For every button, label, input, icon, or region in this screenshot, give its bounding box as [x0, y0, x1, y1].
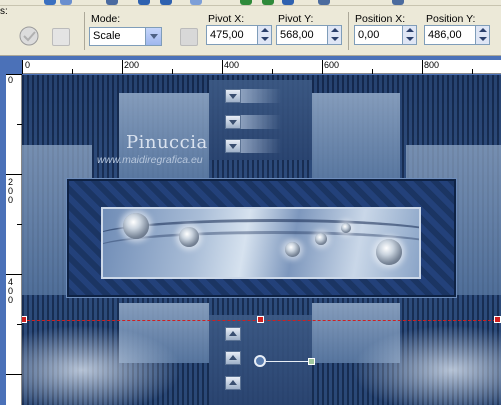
- zoom-in-icon[interactable]: [392, 0, 404, 5]
- button-trail: [241, 115, 281, 129]
- light-glow: [22, 325, 182, 405]
- position-x-label: Position X:: [355, 13, 406, 25]
- arrow-down-icon: [225, 139, 241, 153]
- orb: [376, 239, 402, 265]
- zoom-out-icon[interactable]: [318, 0, 330, 5]
- decorative-frame: [67, 179, 456, 297]
- orb: [285, 242, 300, 257]
- mode-select[interactable]: Scale: [89, 27, 162, 46]
- presets-area[interactable]: [12, 20, 46, 50]
- position-y-input[interactable]: 486,00: [424, 25, 490, 45]
- orb: [179, 227, 199, 247]
- mode-select-value: Scale: [93, 30, 121, 42]
- position-x-spinner[interactable]: [402, 26, 416, 44]
- transform-handle[interactable]: [494, 316, 501, 323]
- ruler-ticks: [22, 60, 473, 74]
- orb: [123, 213, 149, 239]
- mode-label: Mode:: [91, 13, 121, 25]
- ruler-ticks: [6, 74, 22, 375]
- orb: [341, 223, 351, 233]
- pivot-y-spinner[interactable]: [327, 26, 341, 44]
- arrow-down-icon: [225, 89, 241, 103]
- copy-icon[interactable]: [190, 0, 202, 5]
- pivot-y-input[interactable]: 568,00: [276, 25, 342, 45]
- position-y-spinner[interactable]: [475, 26, 489, 44]
- scan-icon[interactable]: [106, 0, 118, 5]
- presets-icon: [19, 26, 39, 46]
- position-x-value: 0,00: [358, 29, 380, 41]
- pivot-y-label: Pivot Y:: [278, 13, 314, 25]
- pivot-x-input[interactable]: 475,00: [206, 25, 272, 45]
- arrow-up-icon: [225, 351, 241, 365]
- button-trail: [241, 139, 281, 153]
- chevron-down-icon[interactable]: [145, 28, 161, 45]
- vertical-ruler: 0 200 400: [6, 74, 22, 405]
- redo-icon[interactable]: [160, 0, 172, 5]
- wave-line: [103, 231, 419, 267]
- pivot-x-spinner[interactable]: [257, 26, 271, 44]
- undo-icon[interactable]: [138, 0, 150, 5]
- separator: [348, 12, 349, 50]
- separator: [84, 12, 85, 50]
- position-y-value: 486,00: [428, 29, 462, 41]
- button-trail: [241, 89, 281, 103]
- position-x-input[interactable]: 0,00: [354, 25, 417, 45]
- transform-handle[interactable]: [22, 316, 27, 323]
- tool-label-stub: s:: [0, 6, 8, 17]
- arrow-up-icon: [225, 327, 241, 341]
- reset-icon[interactable]: [52, 28, 70, 46]
- pivot-x-value: 475,00: [210, 29, 244, 41]
- pivot-point-icon[interactable]: [254, 355, 266, 367]
- print-icon[interactable]: [60, 0, 72, 5]
- rotation-arm: [266, 361, 308, 362]
- frame-center-band: [101, 207, 421, 279]
- arrow-up-icon: [225, 376, 241, 390]
- save-icon[interactable]: [44, 0, 56, 5]
- watermark-url: www.maidiregrafica.eu: [97, 154, 203, 166]
- rotation-handle[interactable]: [308, 358, 315, 365]
- pivot-x-label: Pivot X:: [208, 13, 245, 25]
- position-y-label: Position Y:: [426, 13, 476, 25]
- horizontal-ruler: 0 200 400 600 800: [22, 60, 501, 74]
- arrow-down-icon: [225, 115, 241, 129]
- light-glow: [352, 325, 501, 405]
- help-icon[interactable]: [282, 0, 294, 5]
- orb: [315, 233, 327, 245]
- flip-icon[interactable]: [180, 28, 198, 46]
- pivot-y-value: 568,00: [280, 29, 314, 41]
- upper-panel-right: [312, 93, 400, 183]
- transform-handle[interactable]: [257, 316, 264, 323]
- arrow-icon[interactable]: [240, 0, 252, 5]
- watermark-title: Pinuccia: [126, 132, 208, 153]
- arrow-right-icon[interactable]: [262, 0, 274, 5]
- canvas-image[interactable]: Pinuccia www.maidiregrafica.eu: [22, 75, 501, 405]
